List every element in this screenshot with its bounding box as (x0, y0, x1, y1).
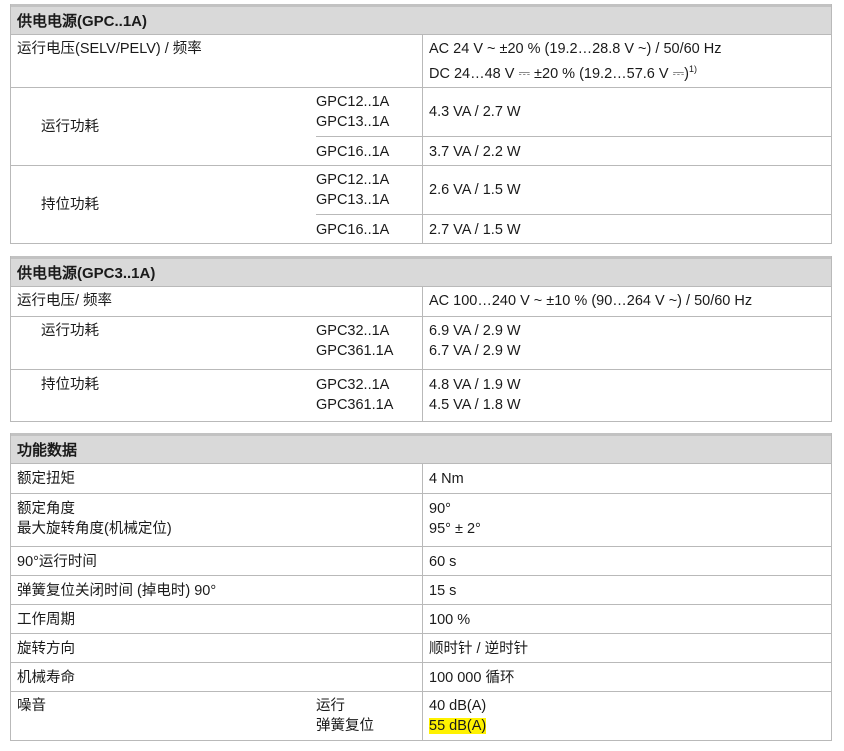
noise-label: 噪音 (17, 698, 46, 714)
run-power-label: 运行功耗 (41, 323, 99, 339)
hold-power-row: 持位功耗 GPC32..1A GPC361.1A 4.8 VA / 1.9 W … (11, 369, 831, 421)
section-title: 供电电源(GPC..1A) (11, 4, 831, 35)
run-power-value: 6.7 VA / 2.9 W (429, 343, 521, 359)
model-label: GPC16..1A (316, 144, 390, 160)
power-supply-gpc3-table: 供电电源(GPC3..1A) 运行电压/ 频率 AC 100…240 V ~ ±… (10, 256, 832, 422)
voltage-value: AC 100…240 V ~ ±10 % (90…264 V ~) / 50/6… (429, 293, 753, 309)
voltage-row: 运行电压/ 频率 AC 100…240 V ~ ±10 % (90…264 V … (11, 287, 831, 316)
duty-cycle-row: 工作周期 100 % (11, 604, 831, 633)
run-power-value: 4.3 VA / 2.7 W (429, 104, 521, 120)
spring-return-value: 15 s (429, 583, 457, 599)
model-label: GPC13..1A (316, 114, 390, 130)
hold-power-value: 2.6 VA / 1.5 W (429, 182, 521, 198)
torque-value: 4 Nm (429, 471, 464, 487)
power-supply-gpc1-table: 供电电源(GPC..1A) 运行电压(SELV/PELV) / 频率 AC 24… (10, 4, 832, 244)
voltage-label: 运行电压/ 频率 (17, 293, 113, 309)
model-label: GPC32..1A (316, 377, 390, 393)
spring-return-row: 弹簧复位关闭时间 (掉电时) 90° 15 s (11, 575, 831, 604)
torque-label: 额定扭矩 (17, 471, 75, 487)
noise-row: 噪音 运行 弹簧复位 40 dB(A) 55 dB(A) (11, 691, 831, 740)
noise-spring-label: 弹簧复位 (316, 718, 374, 734)
model-label: GPC12..1A (316, 94, 390, 110)
model-label: GPC361.1A (316, 343, 394, 359)
direction-value: 顺时针 / 逆时针 (429, 641, 529, 657)
runtime-value: 60 s (429, 554, 457, 570)
voltage-row: 运行电压(SELV/PELV) / 频率 AC 24 V ~ ±20 % (19… (11, 35, 831, 87)
duty-cycle-value: 100 % (429, 612, 471, 628)
model-label: GPC13..1A (316, 192, 390, 208)
voltage-ac-value: AC 24 V ~ ±20 % (19.2…28.8 V ~) / 50/60 … (429, 41, 722, 57)
voltage-label: 运行电压(SELV/PELV) / 频率 (17, 41, 202, 57)
mechanical-life-row: 机械寿命 100 000 循环 (11, 662, 831, 691)
direction-row: 旋转方向 顺时针 / 逆时针 (11, 633, 831, 662)
duty-cycle-label: 工作周期 (17, 612, 75, 628)
runtime-label: 90°运行时间 (17, 554, 97, 570)
model-label: GPC16..1A (316, 222, 390, 238)
run-power-value: 3.7 VA / 2.2 W (429, 144, 521, 160)
angle-value: 90° (429, 501, 451, 517)
run-power-row: 运行功耗 GPC12..1A GPC13..1A 4.3 VA / 2.7 W … (11, 87, 831, 166)
max-angle-label: 最大旋转角度(机械定位) (17, 521, 172, 537)
hold-power-value: 4.8 VA / 1.9 W (429, 377, 521, 393)
function-data-table: 功能数据 额定扭矩 4 Nm 额定角度 最大旋转角度(机械定位) 90° 95°… (10, 433, 832, 741)
mechanical-life-label: 机械寿命 (17, 670, 75, 686)
hold-power-value: 4.5 VA / 1.8 W (429, 397, 521, 413)
run-power-value: 6.9 VA / 2.9 W (429, 323, 521, 339)
voltage-dc-value: DC 24…48 V ⎓ ±20 % (19.2…57.6 V ⎓)1) (429, 64, 698, 82)
hold-power-label: 持位功耗 (41, 377, 99, 393)
model-label: GPC361.1A (316, 397, 394, 413)
spring-return-label: 弹簧复位关闭时间 (掉电时) 90° (17, 583, 217, 599)
runtime-row: 90°运行时间 60 s (11, 546, 831, 575)
section-title: 功能数据 (11, 433, 831, 464)
noise-spring-value-highlighted: 55 dB(A) (429, 718, 487, 734)
model-label: GPC32..1A (316, 323, 390, 339)
max-angle-value: 95° ± 2° (429, 521, 481, 537)
direction-label: 旋转方向 (17, 641, 75, 657)
model-label: GPC12..1A (316, 172, 390, 188)
hold-power-row: 持位功耗 GPC12..1A GPC13..1A 2.6 VA / 1.5 W … (11, 165, 831, 244)
noise-run-label: 运行 (316, 698, 345, 714)
section-title: 供电电源(GPC3..1A) (11, 256, 831, 287)
angle-label: 额定角度 (17, 501, 75, 517)
hold-power-value: 2.7 VA / 1.5 W (429, 222, 521, 238)
run-power-row: 运行功耗 GPC32..1A GPC361.1A 6.9 VA / 2.9 W … (11, 316, 831, 369)
angle-row: 额定角度 最大旋转角度(机械定位) 90° 95° ± 2° (11, 493, 831, 546)
mechanical-life-value: 100 000 循环 (429, 670, 515, 686)
footnote-marker: 1) (689, 64, 698, 74)
noise-run-value: 40 dB(A) (429, 698, 487, 714)
torque-row: 额定扭矩 4 Nm (11, 464, 831, 493)
